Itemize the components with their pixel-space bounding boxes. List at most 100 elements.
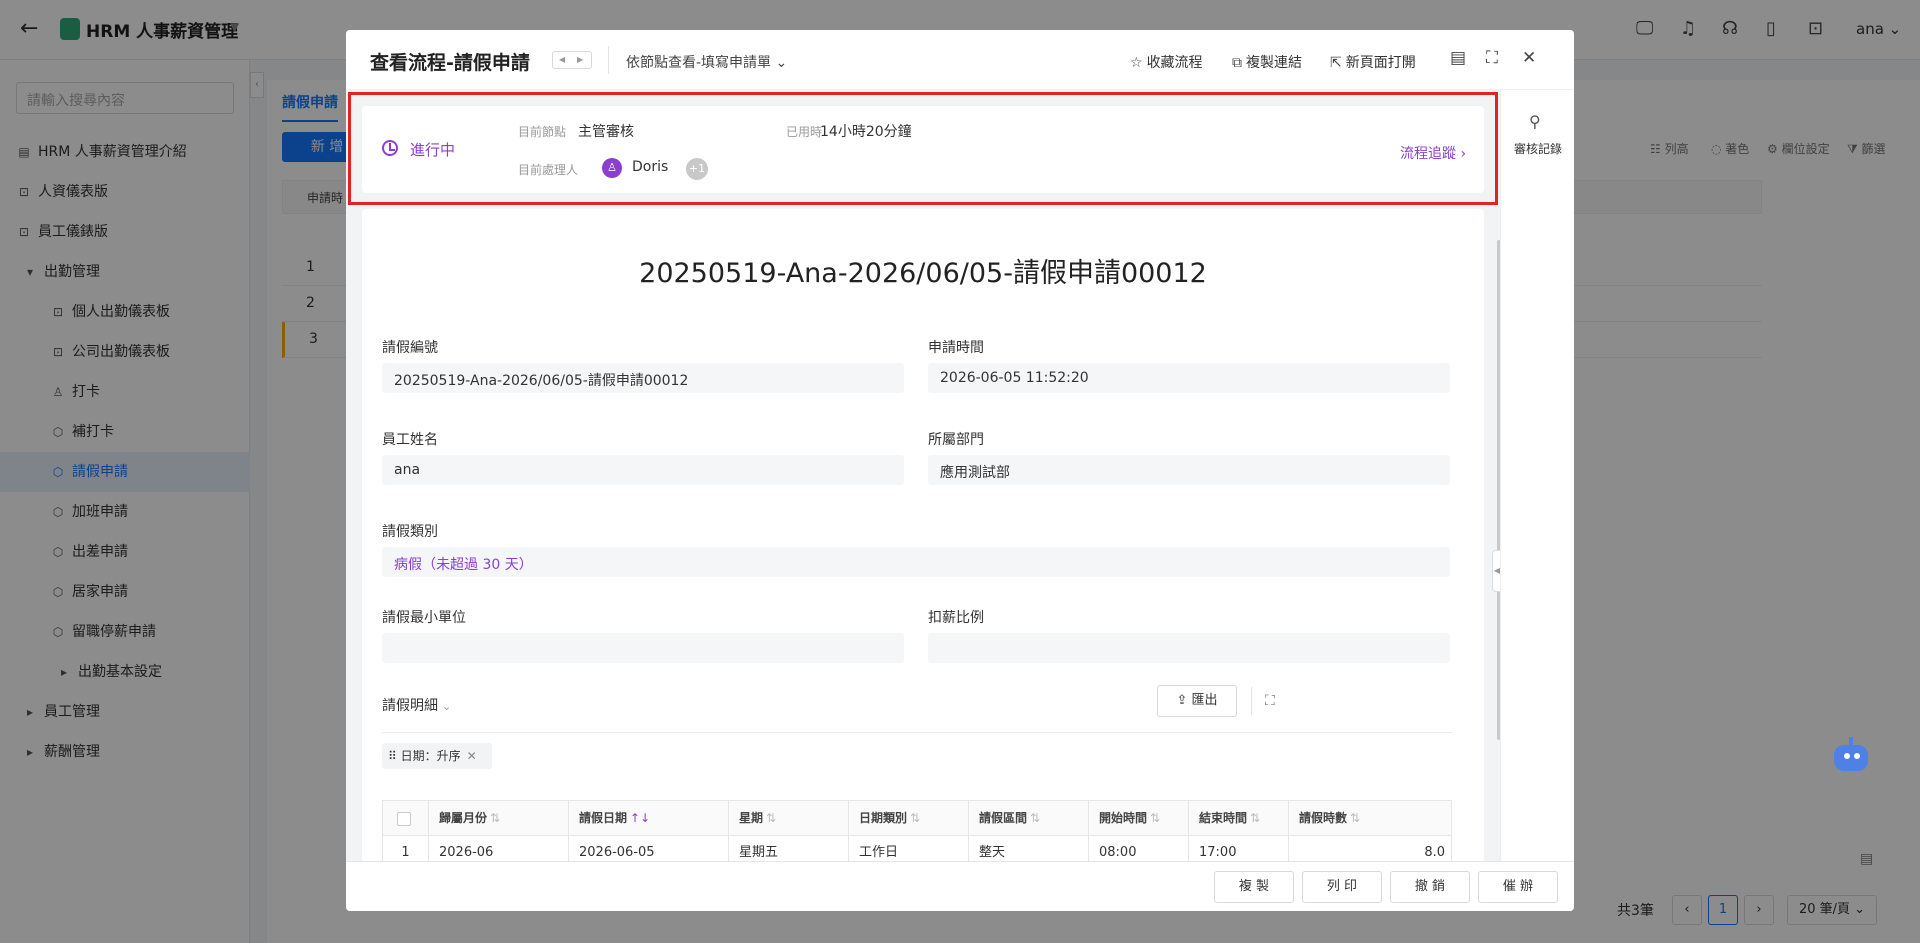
min-unit-label: 請假最小單位 bbox=[382, 610, 466, 626]
copy-icon: ⧉ bbox=[1232, 55, 1242, 71]
department-label: 所屬部門 bbox=[928, 432, 984, 448]
process-trace-link[interactable]: 流程追蹤 › bbox=[1400, 143, 1466, 163]
leave-detail-title: 請假明細 bbox=[382, 698, 438, 714]
modal-body: 進行中 目前節點 主管審核 已用時 14小時20分鐘 目前處理人 ♙ Doris… bbox=[346, 90, 1500, 891]
fullscreen-icon[interactable]: ⛶ bbox=[1486, 48, 1498, 68]
copy-link-label: 複製連結 bbox=[1246, 55, 1302, 71]
col-start[interactable]: 開始時間 ⇅ bbox=[1089, 801, 1189, 837]
col-weekday[interactable]: 星期 ⇅ bbox=[729, 801, 849, 837]
col-hours-label: 請假時數 bbox=[1299, 811, 1348, 825]
employee-label: 員工姓名 bbox=[382, 432, 438, 448]
apply-time-label: 申請時間 bbox=[928, 340, 984, 356]
col-range-label: 請假區間 bbox=[979, 811, 1028, 825]
copy-link-button[interactable]: ⧉ 複製連結 bbox=[1232, 52, 1302, 72]
col-range[interactable]: 請假區間 ⇅ bbox=[969, 801, 1089, 837]
form-card: 20250519-Ana-2026/06/05-請假申請00012 請假編號 2… bbox=[362, 209, 1484, 891]
view-mode-select[interactable]: 依節點查看-填寫申請單 ⌄ bbox=[626, 52, 787, 72]
col-weekday-label: 星期 bbox=[739, 811, 764, 825]
table-header-row: 歸屬月份 ⇅ 請假日期 ↑↓ 星期 ⇅ 日期類別 ⇅ 請假區間 ⇅ 開始時間 ⇅ 結束時間 ⇅… bbox=[382, 800, 1453, 837]
handler-name: Doris bbox=[632, 159, 669, 175]
leave-type-field: 病假（未超過 30 天） bbox=[382, 547, 1450, 577]
leave-type-label: 請假類別 bbox=[382, 524, 438, 540]
drag-handle-icon[interactable]: ⠿ bbox=[388, 749, 397, 763]
sort-chip-label: 日期：升序 bbox=[400, 749, 461, 763]
withdraw-button[interactable]: 撤 銷 bbox=[1390, 871, 1470, 903]
remove-sort-icon[interactable]: ✕ bbox=[467, 749, 477, 763]
leave-no-label: 請假編號 bbox=[382, 340, 438, 356]
sort-icon[interactable]: ⇅ bbox=[1250, 811, 1260, 825]
open-new-page-label: 新頁面打開 bbox=[1345, 55, 1416, 71]
export-button[interactable]: ⇪ 匯出 bbox=[1157, 685, 1237, 717]
sort-icon[interactable]: ⇅ bbox=[490, 811, 500, 825]
bot-head bbox=[1834, 745, 1868, 771]
department-field: 應用測試部 bbox=[928, 455, 1450, 485]
leave-no-field: 20250519-Ana-2026/06/05-請假申請00012 bbox=[382, 363, 904, 393]
col-day-type-label: 日期類別 bbox=[859, 811, 908, 825]
sort-ascending-icon[interactable]: ↑↓ bbox=[630, 811, 650, 825]
prev-record-icon[interactable]: ◀ bbox=[559, 55, 565, 64]
apply-time-field: 2026-06-05 11:52:20 bbox=[928, 363, 1450, 393]
copy-button[interactable]: 複 製 bbox=[1214, 871, 1294, 903]
panel-toggle-icon[interactable]: ▤ bbox=[1450, 48, 1466, 68]
col-date[interactable]: 請假日期 ↑↓ bbox=[569, 801, 729, 837]
deduct-ratio-label: 扣薪比例 bbox=[928, 610, 984, 626]
chevron-down-icon: ⌄ bbox=[442, 700, 452, 713]
col-month[interactable]: 歸屬月份 ⇅ bbox=[429, 801, 569, 837]
col-hours[interactable]: 請假時數 ⇅ bbox=[1289, 801, 1453, 837]
elapsed-label: 已用時 bbox=[786, 125, 823, 139]
sort-icon[interactable]: ⇅ bbox=[1030, 811, 1040, 825]
extra-handlers-badge[interactable]: +1 bbox=[686, 158, 708, 180]
leave-detail-toggle[interactable]: 請假明細 ⌄ bbox=[382, 695, 451, 715]
record-pager: ◀ ▶ bbox=[552, 51, 592, 69]
handler-label: 目前處理人 bbox=[518, 163, 579, 177]
sort-chip[interactable]: ⠿ 日期：升序 ✕ bbox=[382, 743, 492, 769]
view-mode-label: 依節點查看-填寫申請單 bbox=[626, 55, 772, 71]
print-button[interactable]: 列 印 bbox=[1302, 871, 1382, 903]
document-title: 20250519-Ana-2026/06/05-請假申請00012 bbox=[639, 258, 1207, 289]
col-start-label: 開始時間 bbox=[1099, 811, 1148, 825]
select-all-checkbox[interactable] bbox=[397, 812, 411, 826]
close-icon[interactable]: ✕ bbox=[1522, 48, 1536, 68]
current-node-value: 主管審核 bbox=[578, 124, 634, 140]
modal-title: 查看流程-請假申請 bbox=[370, 52, 530, 74]
stamp-icon[interactable]: ⚲ bbox=[1529, 112, 1541, 131]
open-new-page-button[interactable]: ⇱ 新頁面打開 bbox=[1330, 52, 1416, 72]
current-node-label: 目前節點 bbox=[518, 125, 567, 139]
audit-record-label[interactable]: 審核記錄 bbox=[1501, 140, 1574, 157]
process-modal: 查看流程-請假申請 ◀ ▶ 依節點查看-填寫申請單 ⌄ ☆ 收藏流程 ⧉ 複製連結 … bbox=[346, 30, 1574, 911]
favorite-button[interactable]: ☆ 收藏流程 bbox=[1130, 52, 1203, 72]
sort-icon[interactable]: ⇅ bbox=[910, 811, 920, 825]
select-all-cell bbox=[383, 801, 429, 837]
upload-icon: ⇪ bbox=[1176, 693, 1188, 708]
col-month-label: 歸屬月份 bbox=[439, 811, 488, 825]
toolbar-divider bbox=[1251, 687, 1252, 715]
urge-button[interactable]: 催 辦 bbox=[1478, 871, 1558, 903]
document-icon[interactable]: ▤ bbox=[1860, 851, 1873, 867]
bot-eye bbox=[1844, 753, 1850, 759]
expand-icon[interactable]: ⛶ bbox=[1265, 693, 1275, 709]
assistant-bot-icon[interactable] bbox=[1830, 737, 1870, 777]
header-divider bbox=[608, 46, 609, 74]
col-end[interactable]: 結束時間 ⇅ bbox=[1189, 801, 1289, 837]
modal-header: 查看流程-請假申請 ◀ ▶ 依節點查看-填寫申請單 ⌄ ☆ 收藏流程 ⧉ 複製連結 … bbox=[346, 30, 1574, 90]
star-icon: ☆ bbox=[1130, 55, 1143, 71]
next-record-icon[interactable]: ▶ bbox=[577, 55, 583, 64]
collapse-panel-handle[interactable]: ◀ bbox=[1492, 550, 1500, 592]
sort-icon[interactable]: ⇅ bbox=[1350, 811, 1360, 825]
deduct-ratio-field bbox=[928, 633, 1450, 663]
min-unit-field bbox=[382, 633, 904, 663]
favorite-label: 收藏流程 bbox=[1146, 55, 1203, 71]
sort-icon[interactable]: ⇅ bbox=[1150, 811, 1160, 825]
modal-footer: 複 製 列 印 撤 銷 催 辦 bbox=[346, 861, 1574, 911]
status-text: 進行中 bbox=[410, 141, 456, 159]
section-divider bbox=[382, 732, 1452, 733]
employee-field: ana bbox=[382, 455, 904, 485]
clock-icon bbox=[382, 140, 398, 156]
external-link-icon: ⇱ bbox=[1330, 55, 1342, 71]
col-day-type[interactable]: 日期類別 ⇅ bbox=[849, 801, 969, 837]
col-date-label: 請假日期 bbox=[579, 811, 628, 825]
right-panel: ⚲ 審核記錄 bbox=[1500, 90, 1574, 891]
sort-icon[interactable]: ⇅ bbox=[766, 811, 776, 825]
export-label: 匯出 bbox=[1191, 693, 1218, 708]
bot-antenna bbox=[1849, 737, 1853, 745]
